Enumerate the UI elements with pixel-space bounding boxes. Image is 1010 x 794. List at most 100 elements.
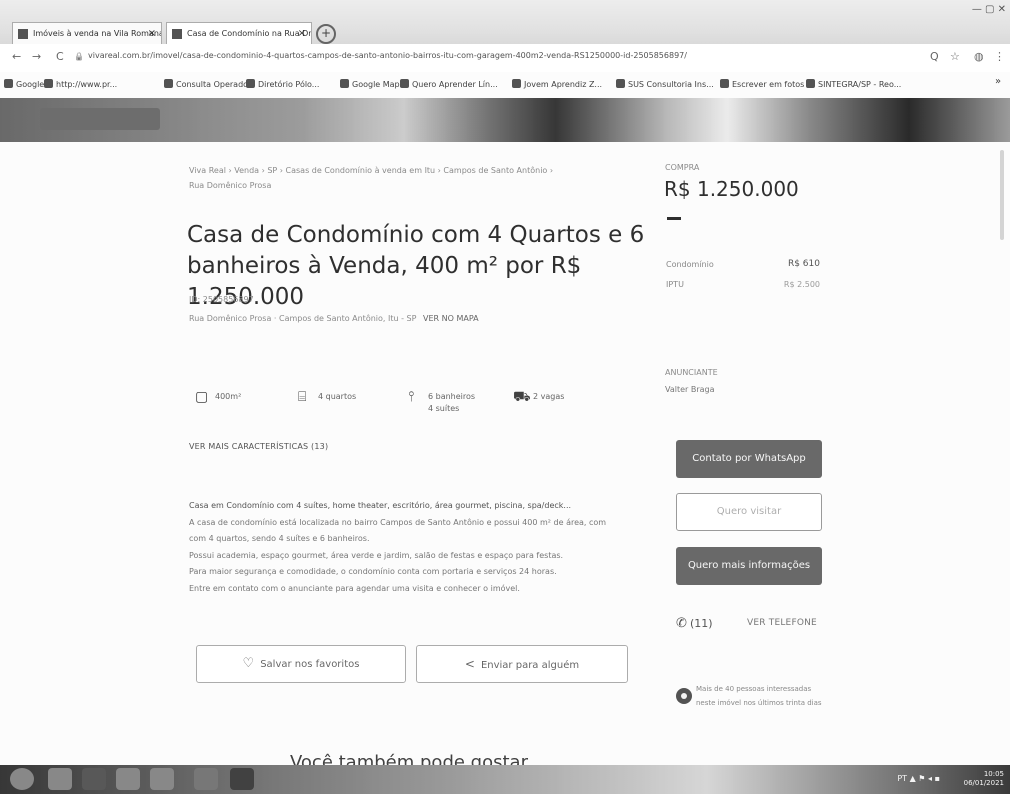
- description-line: A casa de condomínio está localizada no …: [189, 517, 607, 527]
- clock-date: 06/01/2021: [963, 779, 1004, 787]
- close-tab-icon[interactable]: ×: [148, 23, 156, 44]
- listing-price: R$ 1.250.000: [664, 177, 799, 201]
- tab-title: Imóveis à venda na Vila Romana: [33, 29, 162, 38]
- more-info-button[interactable]: Quero mais informações: [676, 547, 822, 585]
- share-icon: <: [464, 657, 475, 671]
- bookmark-favicon-icon: [4, 79, 13, 88]
- share-button[interactable]: < Enviar para alguém: [416, 645, 628, 683]
- whatsapp-contact-button[interactable]: Contato por WhatsApp: [676, 440, 822, 478]
- feature-parking: ⛟ 2 vagas: [513, 389, 565, 405]
- browser-menu-icon[interactable]: ⋮: [994, 50, 1005, 63]
- shower-icon: ⫯: [408, 389, 415, 405]
- bookmark-favicon-icon: [44, 79, 53, 88]
- spreadsheet-app-icon[interactable]: [194, 768, 218, 790]
- phone-icon: ✆: [676, 616, 687, 631]
- bookmark-item[interactable]: http://www.pr...: [44, 79, 117, 89]
- price-divider: [667, 217, 681, 220]
- new-tab-button[interactable]: +: [316, 24, 336, 44]
- lock-icon: 🔒: [74, 52, 84, 61]
- media-player-icon[interactable]: [150, 768, 174, 790]
- reload-icon[interactable]: C: [56, 50, 64, 63]
- system-tray[interactable]: PT ▲ ⚑ ◂ ▪: [897, 774, 940, 783]
- description-line: Entre em contato com o anunciante para a…: [189, 583, 520, 593]
- bookmark-item[interactable]: Google: [4, 79, 44, 89]
- suites-count: 4 suítes: [428, 404, 460, 413]
- word-app-icon[interactable]: [230, 768, 254, 790]
- back-arrow-icon[interactable]: ←: [12, 50, 21, 63]
- condo-fee-label: Condomínio: [666, 260, 714, 269]
- condo-fee-value: R$ 610: [787, 259, 820, 269]
- advertiser-label: ANUNCIANTE: [665, 368, 718, 377]
- breadcrumb-street[interactable]: Rua Domênico Prosa: [189, 178, 589, 193]
- heart-icon: ♡: [242, 656, 255, 671]
- interest-eye-icon: [676, 688, 692, 704]
- system-clock[interactable]: 10:05 06/01/2021: [964, 770, 1004, 788]
- forward-arrow-icon[interactable]: →: [32, 50, 41, 63]
- save-favorites-button[interactable]: ♡ Salvar nos favoritos: [196, 645, 406, 683]
- internet-explorer-icon[interactable]: [48, 768, 72, 790]
- bookmark-favicon-icon: [164, 79, 173, 88]
- show-phone-link[interactable]: VER TELEFONE: [747, 618, 817, 628]
- profile-avatar-icon[interactable]: ◍: [974, 50, 984, 63]
- bookmark-item[interactable]: Consulta Operador: [164, 79, 251, 89]
- phone-number: (11): [690, 617, 713, 630]
- file-explorer-icon[interactable]: [116, 768, 140, 790]
- os-taskbar: PT ▲ ⚑ ◂ ▪ 10:05 06/01/2021: [0, 765, 1010, 794]
- more-features-link[interactable]: VER MAIS CARACTERÍSTICAS (13): [189, 442, 328, 451]
- url-field[interactable]: vivareal.com.br/imovel/casa-de-condomini…: [88, 51, 858, 60]
- page-scrollbar[interactable]: [1000, 150, 1004, 240]
- bookmark-item[interactable]: SINTEGRA/SP - Reo...: [806, 79, 901, 89]
- feature-bedrooms: ⌸ 4 quartos: [298, 389, 357, 405]
- chrome-icon[interactable]: [82, 768, 106, 790]
- site-favicon-icon: [172, 29, 182, 39]
- bookmark-item[interactable]: Google Maps: [340, 79, 404, 89]
- breadcrumb-path[interactable]: Viva Real › Venda › SP › Casas de Condom…: [189, 163, 589, 178]
- bookmark-item[interactable]: Jovem Aprendiz Z...: [512, 79, 602, 89]
- bookmark-favicon-icon: [246, 79, 255, 88]
- address-text: Rua Domênico Prosa · Campos de Santo Ant…: [189, 314, 417, 323]
- bookmark-item[interactable]: Escrever em fotos: [720, 79, 804, 89]
- bookmark-favicon-icon: [806, 79, 815, 88]
- description-line: Casa em Condomínio com 4 suítes, home th…: [189, 501, 572, 510]
- description-line: Possui academia, espaço gourmet, área ve…: [189, 550, 564, 560]
- bookmark-favicon-icon: [400, 79, 409, 88]
- breadcrumb: Viva Real › Venda › SP › Casas de Condom…: [189, 163, 589, 193]
- bookmark-star-icon[interactable]: ☆: [950, 50, 960, 63]
- iptu-value: R$ 2.500: [783, 280, 820, 289]
- schedule-visit-button[interactable]: Quero visitar: [676, 493, 822, 531]
- bed-icon: ⌸: [298, 389, 307, 405]
- address-bar: ← → C 🔒 vivareal.com.br/imovel/casa-de-c…: [0, 44, 1010, 73]
- feature-area: ▢ 400m²: [195, 389, 242, 405]
- iptu-label: IPTU: [666, 280, 684, 289]
- browser-tab-active[interactable]: Casa de Condomínio na Rua Dr... ×: [166, 22, 312, 44]
- listing-code: ID: 2505856897: [189, 295, 254, 304]
- listing-address: Rua Domênico Prosa · Campos de Santo Ant…: [189, 314, 479, 323]
- tab-title: Casa de Condomínio na Rua Dr...: [187, 29, 312, 38]
- price-label: COMPRA: [665, 163, 700, 172]
- bookmark-item[interactable]: Quero Aprender Lín...: [400, 79, 498, 89]
- search-icon[interactable]: Q: [930, 50, 939, 63]
- interest-notice: Mais de 40 pessoas interessadas neste im…: [696, 685, 822, 707]
- site-favicon-icon: [18, 29, 28, 39]
- bookmark-favicon-icon: [720, 79, 729, 88]
- advertiser-name: Valter Braga: [665, 385, 715, 394]
- window-controls[interactable]: — ▢ ✕: [972, 4, 1006, 15]
- close-tab-icon[interactable]: ×: [298, 23, 306, 44]
- browser-tab-listings[interactable]: Imóveis à venda na Vila Romana ×: [12, 22, 162, 44]
- start-menu-icon[interactable]: [10, 768, 34, 790]
- bookmark-favicon-icon: [512, 79, 521, 88]
- description-line: com 4 quartos, sendo 4 suítes e 6 banhei…: [189, 534, 370, 543]
- gallery-button[interactable]: [40, 108, 160, 130]
- car-icon: ⛟: [513, 389, 531, 405]
- area-icon: ▢: [195, 389, 209, 405]
- bookmark-item[interactable]: SUS Consultoria Ins...: [616, 79, 714, 89]
- feature-bathrooms: ⫯ 6 banheiros 4 suítes: [408, 389, 476, 413]
- bookmark-item[interactable]: Diretório Pólo...: [246, 79, 319, 89]
- bookmarks-overflow-button[interactable]: »: [995, 76, 1001, 87]
- listing-title: Casa de Condomínio com 4 Quartos e 6 ban…: [187, 222, 645, 310]
- map-link[interactable]: VER NO MAPA: [423, 314, 479, 323]
- clock-time: 10:05: [983, 770, 1004, 778]
- description-line: Para maior segurança e comodidade, o con…: [189, 567, 557, 576]
- bookmarks-bar: Google http://www.pr... Consulta Operado…: [0, 72, 1010, 99]
- bookmark-favicon-icon: [340, 79, 349, 88]
